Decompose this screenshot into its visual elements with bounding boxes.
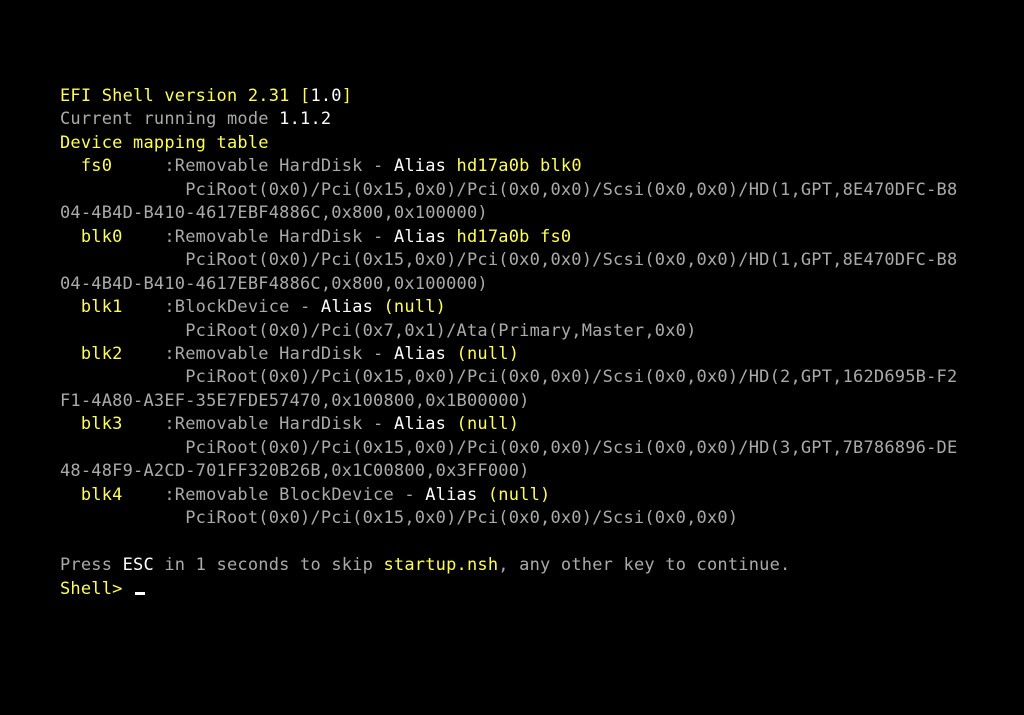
device-alias-blk3: (null) [457, 414, 520, 434]
alias-label: Alias [425, 485, 488, 505]
startup-file: startup.nsh [384, 555, 499, 575]
device-path-blk2: PciRoot(0x0)/Pci(0x15,0x0)/Pci(0x0,0x0)/… [60, 367, 957, 387]
device-path-blk3: PciRoot(0x0)/Pci(0x15,0x0)/Pci(0x0,0x0)/… [60, 438, 957, 458]
device-name-blk4: blk4 [81, 485, 164, 505]
footer-pre: Press [60, 555, 123, 575]
sep: - [290, 297, 321, 317]
device-path-blk4: PciRoot(0x0)/Pci(0x15,0x0)/Pci(0x0,0x0)/… [60, 508, 738, 528]
indent [60, 156, 81, 176]
sep: - [363, 227, 394, 247]
device-type-blk2: :Removable HardDisk [164, 344, 362, 364]
device-path-blk0: PciRoot(0x0)/Pci(0x15,0x0)/Pci(0x0,0x0)/… [60, 250, 957, 270]
device-type-blk4: :Removable BlockDevice [164, 485, 394, 505]
device-type-blk3: :Removable HardDisk [164, 414, 362, 434]
alias-label: Alias [394, 156, 457, 176]
indent [60, 344, 81, 364]
device-type-blk1: :BlockDevice [164, 297, 289, 317]
device-name-blk0: blk0 [81, 227, 164, 247]
footer-post: , any other key to continue. [498, 555, 790, 575]
indent [60, 414, 81, 434]
sep: - [363, 156, 394, 176]
sep: - [394, 485, 425, 505]
alias-label: Alias [321, 297, 384, 317]
efi-shell-screen: EFI Shell version 2.31 [1.0] Current run… [0, 0, 1024, 601]
sep: - [363, 414, 394, 434]
device-type-blk0: :Removable HardDisk [164, 227, 362, 247]
shell-version-value: 1.0 [310, 86, 341, 106]
device-path-fs0: PciRoot(0x0)/Pci(0x15,0x0)/Pci(0x0,0x0)/… [60, 180, 957, 200]
device-alias-blk4: (null) [488, 485, 551, 505]
device-name-blk3: blk3 [81, 414, 164, 434]
device-path-blk0-cont: 04-4B4D-B410-4617EBF4886C,0x800,0x100000… [60, 274, 488, 294]
device-path-fs0-cont: 04-4B4D-B410-4617EBF4886C,0x800,0x100000… [60, 203, 488, 223]
device-type-fs0: :Removable HardDisk [164, 156, 362, 176]
footer-mid: in 1 seconds to skip [154, 555, 384, 575]
alias-label: Alias [394, 414, 457, 434]
alias-label: Alias [394, 344, 457, 364]
indent [60, 227, 81, 247]
mode-value: 1.1.2 [279, 109, 331, 129]
indent [60, 485, 81, 505]
device-path-blk2-cont: F1-4A80-A3EF-35E7FDE57470,0x100800,0x1B0… [60, 391, 530, 411]
device-alias-blk2: (null) [457, 344, 520, 364]
device-name-blk1: blk1 [81, 297, 164, 317]
footer-esc-key: ESC [123, 555, 154, 575]
device-path-blk3-cont: 48-48F9-A2CD-701FF320B26B,0x1C00800,0x3F… [60, 461, 530, 481]
alias-label: Alias [394, 227, 457, 247]
shell-prompt[interactable]: Shell> [60, 579, 133, 599]
shell-version-post: ] [342, 86, 352, 106]
shell-version-label: EFI Shell version 2.31 [ [60, 86, 310, 106]
device-name-fs0: fs0 [81, 156, 164, 176]
cursor[interactable] [135, 592, 145, 595]
device-alias-fs0: hd17a0b blk0 [457, 156, 582, 176]
device-table-label: Device mapping table [60, 133, 269, 153]
sep: - [363, 344, 394, 364]
device-alias-blk1: (null) [384, 297, 447, 317]
mode-label: Current running mode [60, 109, 279, 129]
device-path-blk1: PciRoot(0x0)/Pci(0x7,0x1)/Ata(Primary,Ma… [60, 321, 697, 341]
device-alias-blk0: hd17a0b fs0 [457, 227, 572, 247]
indent [60, 297, 81, 317]
device-name-blk2: blk2 [81, 344, 164, 364]
